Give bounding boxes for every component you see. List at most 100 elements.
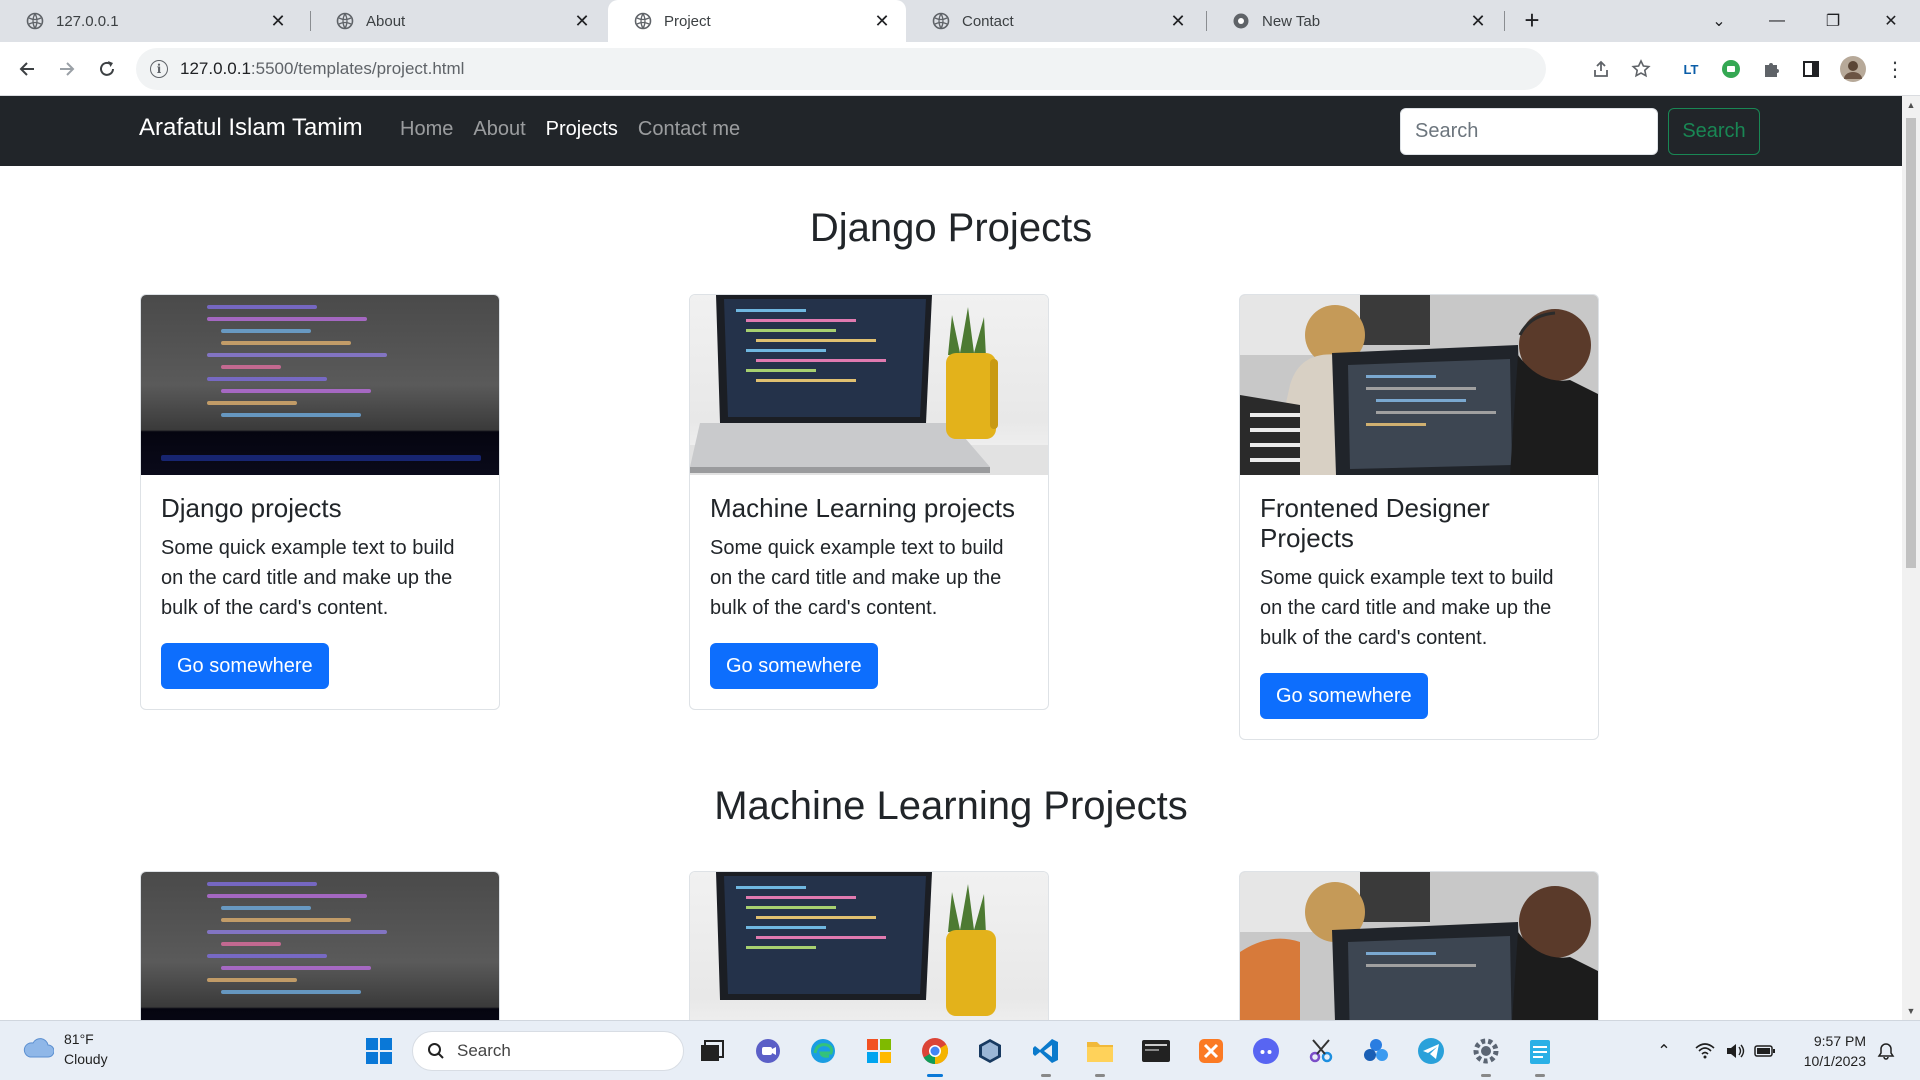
notifications-bell-icon[interactable]: [1872, 1021, 1900, 1080]
scrollbar-thumb[interactable]: [1906, 118, 1916, 568]
window-close-icon[interactable]: ✕: [1866, 0, 1916, 42]
telegram-icon[interactable]: [1413, 1033, 1449, 1069]
extensions-puzzle-icon[interactable]: [1756, 54, 1786, 84]
file-explorer-icon[interactable]: [1082, 1033, 1118, 1077]
windows-start-icon[interactable]: [361, 1033, 397, 1069]
task-view-icon[interactable]: [694, 1033, 730, 1069]
tray-overflow-chevron-icon[interactable]: ⌃: [1652, 1021, 1676, 1080]
card-text: Some quick example text to build on the …: [161, 537, 455, 619]
new-tab-button[interactable]: +: [1518, 7, 1546, 35]
edge-icon[interactable]: [805, 1033, 841, 1069]
go-somewhere-button[interactable]: Go somewhere: [161, 643, 329, 689]
nav-link-projects[interactable]: Projects: [546, 118, 618, 141]
close-icon[interactable]: ✕: [268, 11, 288, 31]
card-body: Django projects Some quick example text …: [141, 475, 499, 709]
nav-link-home[interactable]: Home: [400, 118, 453, 141]
page-scrollbar[interactable]: ▲ ▼: [1902, 96, 1920, 1020]
project-card: [1239, 871, 1599, 1020]
close-icon[interactable]: ✕: [872, 11, 892, 31]
site-navbar: Arafatul Islam Tamim Home About Projects…: [0, 96, 1902, 166]
clock-date: 10/1/2023: [1803, 1053, 1866, 1069]
side-panel-icon[interactable]: [1796, 54, 1826, 84]
project-card: [140, 871, 500, 1020]
profile-avatar[interactable]: [1838, 54, 1868, 84]
weather-temp: 81°F: [64, 1031, 94, 1047]
url-path: :5500/templates/project.html: [250, 59, 465, 78]
go-somewhere-button[interactable]: Go somewhere: [1260, 673, 1428, 719]
card-image-code-screen: [141, 872, 499, 1020]
taskbar-search[interactable]: Search: [412, 1031, 684, 1071]
taskbar-search-label: Search: [457, 1041, 511, 1060]
browser-tab[interactable]: About ✕: [310, 0, 606, 42]
project-card: [689, 871, 1049, 1020]
card-title: Django projects: [161, 493, 342, 523]
laptop-illustration: [716, 872, 996, 1016]
share-icon[interactable]: [1586, 54, 1616, 84]
people-illustration: [1240, 295, 1598, 475]
site-nav-links: Home About Projects Contact me: [400, 118, 740, 141]
battery-icon[interactable]: [1752, 1021, 1778, 1080]
volume-icon[interactable]: [1722, 1021, 1748, 1080]
url-text: 127.0.0.1:5500/templates/project.html: [180, 59, 464, 79]
close-icon[interactable]: ✕: [572, 11, 592, 31]
address-bar[interactable]: i 127.0.0.1:5500/templates/project.html: [136, 48, 1546, 90]
virtualbox-icon[interactable]: [972, 1033, 1008, 1069]
close-icon[interactable]: ✕: [1468, 11, 1488, 31]
site-search-button[interactable]: Search: [1668, 108, 1760, 155]
extension-green-icon[interactable]: [1716, 54, 1746, 84]
mysql-workbench-icon[interactable]: [1138, 1033, 1174, 1069]
go-somewhere-button[interactable]: Go somewhere: [710, 643, 878, 689]
wifi-icon[interactable]: [1692, 1021, 1718, 1080]
laptop-illustration: [690, 295, 1048, 475]
nav-link-about[interactable]: About: [473, 118, 525, 141]
card-text: Some quick example text to build on the …: [710, 537, 1004, 619]
extension-lt-icon[interactable]: LT: [1676, 54, 1706, 84]
vscode-icon[interactable]: [1028, 1033, 1064, 1077]
weather-widget[interactable]: 81°F Cloudy: [22, 1029, 108, 1069]
taskbar-clock[interactable]: 9:57 PM 10/1/2023: [1790, 1031, 1866, 1071]
project-card: Frontened Designer Projects Some quick e…: [1239, 294, 1599, 740]
tab-title: Project: [664, 12, 711, 30]
browser-tab[interactable]: New Tab ✕: [1206, 0, 1502, 42]
site-search-input[interactable]: [1400, 108, 1658, 155]
url-host: 127.0.0.1: [180, 59, 251, 78]
card-image-code-screen: [141, 295, 499, 475]
notepad-icon[interactable]: [1522, 1033, 1558, 1077]
minimize-icon[interactable]: —: [1752, 0, 1802, 42]
card-title: Frontened Designer Projects: [1260, 493, 1490, 553]
project-card: Django projects Some quick example text …: [140, 294, 500, 710]
app-blue-flower-icon[interactable]: [1358, 1033, 1394, 1069]
forward-arrow-icon[interactable]: [52, 54, 82, 84]
chrome-icon[interactable]: [917, 1033, 953, 1077]
scroll-down-arrow-icon[interactable]: ▼: [1906, 1006, 1916, 1016]
reload-icon[interactable]: [92, 54, 122, 84]
scroll-up-arrow-icon[interactable]: ▲: [1906, 100, 1916, 110]
browser-tab[interactable]: Contact ✕: [906, 0, 1202, 42]
nav-link-contact[interactable]: Contact me: [638, 118, 740, 141]
browser-tab[interactable]: 127.0.0.1 ✕: [0, 0, 302, 42]
weather-desc: Cloudy: [64, 1051, 108, 1067]
microsoft-store-icon[interactable]: [861, 1033, 897, 1069]
menu-kebab-icon[interactable]: ⋮: [1880, 54, 1910, 84]
windows-taskbar: 81°F Cloudy Search ⌃ 9:57 PM 10/1/2023: [0, 1020, 1920, 1080]
clock-time: 9:57 PM: [1813, 1033, 1866, 1049]
globe-icon: [336, 12, 354, 30]
people-illustration: [1240, 872, 1598, 1020]
browser-tab-active[interactable]: Project ✕: [608, 0, 906, 42]
bookmark-star-icon[interactable]: [1626, 54, 1656, 84]
tab-title: 127.0.0.1: [56, 12, 119, 30]
site-info-icon[interactable]: i: [150, 60, 168, 78]
card-image-laptop-desk: [690, 295, 1048, 475]
card-image-laptop-desk: [690, 872, 1048, 1020]
snipping-tool-icon[interactable]: [1303, 1033, 1339, 1069]
discord-icon[interactable]: [1248, 1033, 1284, 1069]
site-brand[interactable]: Arafatul Islam Tamim: [139, 114, 363, 142]
close-icon[interactable]: ✕: [1168, 11, 1188, 31]
restore-icon[interactable]: ❐: [1808, 0, 1858, 42]
settings-gear-icon[interactable]: [1468, 1033, 1504, 1077]
xampp-icon[interactable]: [1193, 1033, 1229, 1069]
tab-search-chevron-icon[interactable]: ⌄: [1694, 0, 1744, 42]
card-body: Machine Learning projects Some quick exa…: [690, 475, 1048, 709]
teams-chat-icon[interactable]: [750, 1033, 786, 1069]
back-arrow-icon[interactable]: [12, 54, 42, 84]
